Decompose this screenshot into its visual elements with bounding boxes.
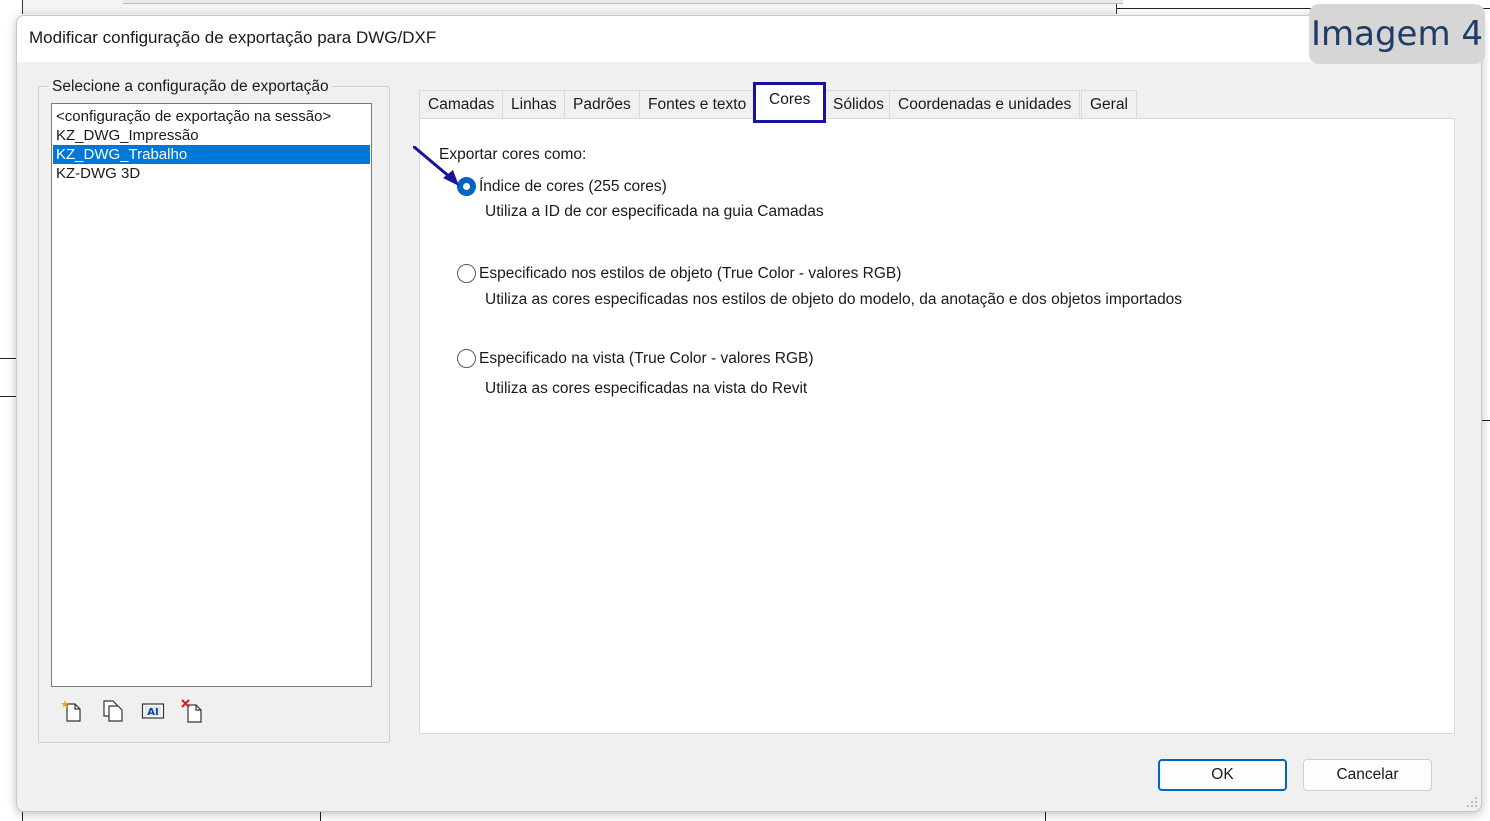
- resize-grip-icon[interactable]: [1466, 796, 1478, 808]
- window-title: Modificar configuração de exportação par…: [29, 28, 437, 47]
- radio-label[interactable]: Índice de cores (255 cores): [479, 178, 667, 196]
- radio-label[interactable]: Especificado na vista (True Color - valo…: [479, 350, 814, 368]
- radio-button[interactable]: [457, 264, 476, 283]
- list-item[interactable]: KZ-DWG 3D: [53, 164, 370, 183]
- list-item-selected[interactable]: KZ_DWG_Trabalho: [53, 145, 370, 164]
- background-window-strip: [22, 0, 1123, 14]
- tab-padroes[interactable]: Padrões: [564, 90, 640, 119]
- radio-view-colors[interactable]: Especificado na vista (True Color - valo…: [457, 349, 814, 368]
- option-description: Utiliza as cores especificadas na vista …: [485, 380, 808, 397]
- option-description: Utiliza a ID de cor especificada na guia…: [485, 203, 824, 220]
- rename-setup-icon[interactable]: AI: [140, 698, 166, 724]
- tab-cores[interactable]: Cores: [753, 82, 827, 123]
- background-line: [1482, 420, 1490, 421]
- tab-coordenadas-e-unidades[interactable]: Coordenadas e unidades: [889, 90, 1081, 119]
- background-line: [1045, 812, 1046, 821]
- new-setup-icon[interactable]: [60, 698, 86, 724]
- radio-label[interactable]: Especificado nos estilos de objeto (True…: [479, 265, 901, 283]
- export-setup-list[interactable]: <configuração de exportação na sessão> K…: [51, 103, 372, 687]
- background-line: [0, 396, 16, 397]
- background-line: [22, 812, 23, 821]
- export-setup-dialog: Modificar configuração de exportação par…: [16, 15, 1482, 812]
- radio-button[interactable]: [457, 349, 476, 368]
- setup-toolbar: AI: [60, 698, 206, 724]
- colors-tab-panel: Exportar cores como: Índice de cores (25…: [419, 118, 1455, 734]
- image-label-badge: Imagem 4: [1309, 4, 1485, 64]
- title-bar[interactable]: Modificar configuração de exportação par…: [17, 16, 1481, 62]
- list-item[interactable]: KZ_DWG_Impressão: [53, 126, 370, 145]
- radio-object-styles[interactable]: Especificado nos estilos de objeto (True…: [457, 264, 901, 283]
- delete-setup-icon[interactable]: [180, 698, 206, 724]
- background-line: [0, 358, 16, 359]
- cancel-button[interactable]: Cancelar: [1303, 759, 1432, 791]
- tab-fontes-e-texto[interactable]: Fontes e texto: [639, 90, 756, 119]
- ok-button[interactable]: OK: [1158, 759, 1287, 791]
- svg-text:AI: AI: [147, 707, 158, 718]
- option-description: Utiliza as cores especificadas nos estil…: [485, 291, 1183, 308]
- tab-camadas[interactable]: Camadas: [419, 90, 504, 119]
- tab-linhas[interactable]: Linhas: [502, 90, 566, 119]
- tab-solidos[interactable]: Sólidos: [824, 90, 893, 119]
- background-strip-inner: [123, 0, 1123, 4]
- tab-geral[interactable]: Geral: [1081, 90, 1137, 119]
- export-setup-group-label: Selecione a configuração de exportação: [49, 78, 332, 96]
- background-line: [320, 812, 321, 821]
- duplicate-setup-icon[interactable]: [100, 698, 126, 724]
- list-item[interactable]: <configuração de exportação na sessão>: [53, 107, 370, 126]
- annotation-arrow: [413, 146, 459, 186]
- radio-color-index[interactable]: Índice de cores (255 cores): [457, 177, 667, 196]
